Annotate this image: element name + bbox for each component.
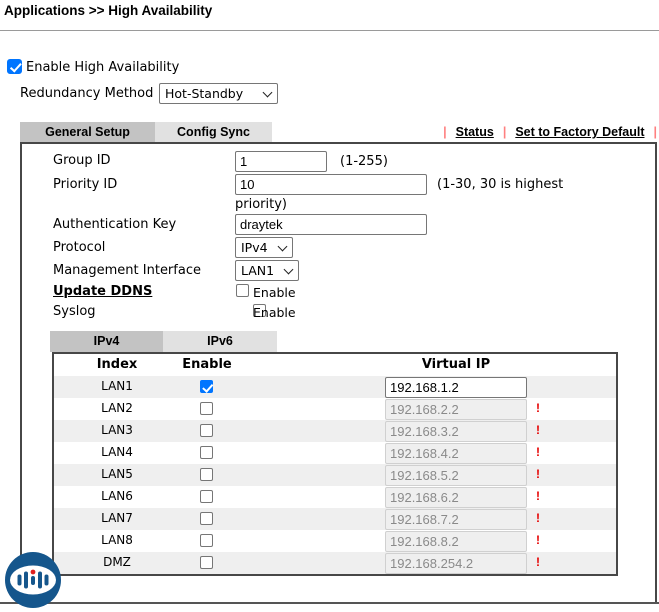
separator: | bbox=[503, 125, 507, 139]
warning-icon: ! bbox=[536, 511, 540, 525]
management-interface-select[interactable]: LAN1 bbox=[235, 260, 299, 281]
warning-icon: ! bbox=[536, 423, 540, 437]
row-enable-checkbox[interactable] bbox=[200, 402, 213, 415]
group-id-hint: (1-255) bbox=[340, 154, 388, 169]
tab-ipv4[interactable]: IPv4 bbox=[50, 331, 163, 352]
table-row: LAN8! bbox=[54, 530, 616, 552]
warning-icon: ! bbox=[536, 445, 540, 459]
enable-ha-label: Enable High Availability bbox=[26, 60, 179, 75]
virtual-ip-table: Index Enable Virtual IP LAN1LAN2!LAN3!LA… bbox=[52, 352, 618, 576]
row-index-label: LAN2 bbox=[54, 401, 180, 415]
chevron-down-icon bbox=[278, 241, 288, 251]
row-enable-checkbox[interactable] bbox=[200, 380, 213, 393]
protocol-label: Protocol bbox=[53, 240, 105, 255]
chevron-down-icon bbox=[263, 87, 273, 97]
priority-id-label: Priority ID bbox=[53, 177, 117, 192]
warning-icon: ! bbox=[536, 533, 540, 547]
table-row: DMZ! bbox=[54, 552, 616, 574]
priority-id-hint: (1-30, 30 is highest bbox=[437, 177, 563, 192]
priority-id-input[interactable] bbox=[235, 174, 427, 195]
header-virtual-ip: Virtual IP bbox=[385, 357, 527, 372]
table-row: LAN6! bbox=[54, 486, 616, 508]
set-to-factory-default-link[interactable]: Set to Factory Default bbox=[515, 125, 644, 139]
table-row: LAN7! bbox=[54, 508, 616, 530]
table-row: LAN5! bbox=[54, 464, 616, 486]
protocol-select[interactable]: IPv4 bbox=[235, 237, 293, 258]
row-index-label: LAN4 bbox=[54, 445, 180, 459]
syslog-enable-label: Enable bbox=[253, 305, 296, 320]
row-index-label: LAN1 bbox=[54, 379, 180, 393]
protocol-value: IPv4 bbox=[241, 240, 268, 255]
auth-key-label: Authentication Key bbox=[53, 217, 176, 232]
priority-id-hint-wrap: priority) bbox=[235, 197, 287, 212]
row-enable-checkbox[interactable] bbox=[200, 512, 213, 525]
top-divider bbox=[0, 30, 659, 31]
row-virtual-ip-input[interactable] bbox=[385, 377, 527, 398]
header-enable: Enable bbox=[164, 357, 250, 372]
bottom-divider bbox=[0, 602, 659, 604]
tab-config-sync[interactable]: Config Sync bbox=[155, 122, 272, 142]
row-virtual-ip-input bbox=[385, 399, 527, 420]
row-enable-checkbox[interactable] bbox=[200, 556, 213, 569]
warning-icon: ! bbox=[536, 401, 540, 415]
row-index-label: DMZ bbox=[54, 555, 180, 569]
row-index-label: LAN3 bbox=[54, 423, 180, 437]
warning-icon: ! bbox=[536, 467, 540, 481]
row-enable-checkbox[interactable] bbox=[200, 446, 213, 459]
auth-key-input[interactable] bbox=[235, 214, 427, 235]
table-row: LAN4! bbox=[54, 442, 616, 464]
warning-icon: ! bbox=[536, 555, 540, 569]
separator: | bbox=[443, 125, 447, 139]
row-virtual-ip-input bbox=[385, 487, 527, 508]
table-row: LAN1 bbox=[54, 376, 616, 398]
action-links: | Status | Set to Factory Default | bbox=[443, 122, 657, 142]
header-index: Index bbox=[54, 357, 180, 372]
separator: | bbox=[654, 125, 658, 139]
management-interface-value: LAN1 bbox=[241, 263, 274, 278]
row-index-label: LAN8 bbox=[54, 533, 180, 547]
enable-ha-checkbox[interactable] bbox=[7, 59, 22, 74]
breadcrumb: Applications >> High Availability bbox=[4, 3, 212, 18]
tab-ipv6[interactable]: IPv6 bbox=[163, 331, 277, 352]
group-id-label: Group ID bbox=[53, 153, 111, 168]
row-enable-checkbox[interactable] bbox=[200, 424, 213, 437]
table-row: LAN3! bbox=[54, 420, 616, 442]
redundancy-method-label: Redundancy Method bbox=[20, 86, 153, 101]
row-virtual-ip-input bbox=[385, 443, 527, 464]
draytek-logo-icon bbox=[4, 551, 62, 609]
row-enable-checkbox[interactable] bbox=[200, 468, 213, 481]
row-virtual-ip-input bbox=[385, 465, 527, 486]
row-index-label: LAN7 bbox=[54, 511, 180, 525]
ha-table-body: LAN1LAN2!LAN3!LAN4!LAN5!LAN6!LAN7!LAN8!D… bbox=[54, 376, 616, 574]
chevron-down-icon bbox=[284, 264, 294, 274]
general-setup-panel: Group ID (1-255) Priority ID (1-30, 30 i… bbox=[20, 142, 657, 604]
row-enable-checkbox[interactable] bbox=[200, 490, 213, 503]
management-interface-label: Management Interface bbox=[53, 263, 201, 278]
table-header-row: Index Enable Virtual IP bbox=[54, 354, 616, 376]
row-index-label: LAN6 bbox=[54, 489, 180, 503]
row-index-label: LAN5 bbox=[54, 467, 180, 481]
warning-icon: ! bbox=[536, 489, 540, 503]
tab-general-setup[interactable]: General Setup bbox=[20, 122, 155, 142]
group-id-input[interactable] bbox=[235, 151, 327, 172]
row-virtual-ip-input bbox=[385, 531, 527, 552]
row-virtual-ip-input bbox=[385, 553, 527, 574]
update-ddns-enable-label: Enable bbox=[253, 285, 296, 300]
redundancy-method-select[interactable]: Hot-Standby bbox=[159, 83, 278, 104]
row-virtual-ip-input bbox=[385, 509, 527, 530]
table-row: LAN2! bbox=[54, 398, 616, 420]
redundancy-method-value: Hot-Standby bbox=[165, 86, 243, 101]
row-virtual-ip-input bbox=[385, 421, 527, 442]
update-ddns-link[interactable]: Update DDNS bbox=[53, 284, 152, 299]
update-ddns-enable-checkbox[interactable] bbox=[236, 284, 249, 297]
status-link[interactable]: Status bbox=[456, 125, 494, 139]
syslog-label: Syslog bbox=[53, 304, 96, 319]
row-enable-checkbox[interactable] bbox=[200, 534, 213, 547]
